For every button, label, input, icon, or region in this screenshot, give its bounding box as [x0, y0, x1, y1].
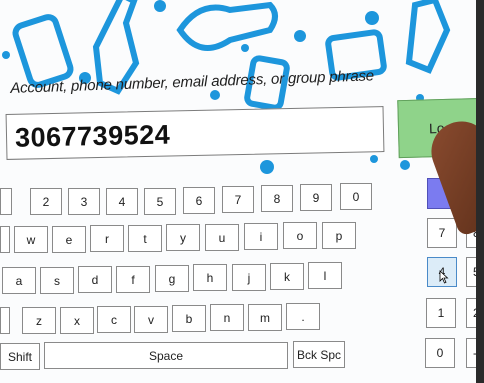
key-x[interactable]: x [60, 307, 94, 334]
key-j[interactable]: j [232, 264, 266, 291]
key-u[interactable]: u [205, 224, 239, 251]
decor-dot [370, 155, 378, 163]
numpad-key-0[interactable]: 0 [425, 338, 455, 368]
numpad-key-7[interactable]: 7 [427, 218, 457, 248]
account-input-field[interactable]: 3067739524 [5, 106, 385, 160]
key-m[interactable]: m [248, 304, 282, 331]
key-7[interactable]: 7 [222, 186, 254, 213]
key-d[interactable]: d [78, 266, 112, 293]
key-r[interactable]: r [90, 225, 124, 252]
screen-bezel [476, 0, 484, 383]
key-6[interactable]: 6 [183, 187, 215, 214]
backspace-key[interactable]: Bck Spc [293, 341, 345, 368]
key-o[interactable]: o [283, 222, 317, 249]
space-key[interactable]: Space [44, 342, 288, 369]
mouse-cursor-icon [439, 270, 449, 284]
key-a[interactable]: a [2, 267, 36, 294]
key-g[interactable]: g [155, 265, 189, 292]
key-0[interactable]: 0 [340, 183, 372, 210]
key-k[interactable]: k [270, 263, 304, 290]
key-period[interactable]: . [286, 303, 320, 330]
key-2[interactable]: 2 [30, 188, 62, 215]
decor-dot [400, 160, 410, 170]
key-c[interactable]: c [97, 306, 131, 333]
key-n[interactable]: n [210, 304, 244, 331]
account-input-value: 3067739524 [14, 119, 171, 153]
key-8[interactable]: 8 [261, 185, 293, 212]
key-3[interactable]: 3 [68, 188, 100, 215]
key-z[interactable]: z [22, 307, 56, 334]
key-t[interactable]: t [128, 225, 162, 252]
key-y[interactable]: y [166, 224, 200, 251]
key-v[interactable]: v [134, 306, 168, 333]
key-i[interactable]: i [244, 223, 278, 250]
key-partial[interactable] [0, 226, 10, 253]
key-w[interactable]: w [14, 226, 48, 253]
key-s[interactable]: s [40, 267, 74, 294]
shift-key[interactable]: Shift [0, 343, 40, 370]
key-p[interactable]: p [322, 222, 356, 249]
key-partial[interactable] [0, 307, 10, 334]
key-4[interactable]: 4 [106, 188, 138, 215]
kiosk-screen: Account, phone number, email address, or… [0, 0, 484, 383]
decor-dot [260, 160, 274, 174]
key-l[interactable]: l [308, 262, 342, 289]
key-partial[interactable] [0, 188, 12, 215]
key-f[interactable]: f [116, 266, 150, 293]
key-5[interactable]: 5 [144, 188, 176, 215]
key-h[interactable]: h [193, 264, 227, 291]
numpad-key-1[interactable]: 1 [426, 298, 456, 328]
key-b[interactable]: b [172, 305, 206, 332]
key-9[interactable]: 9 [300, 184, 332, 211]
key-e[interactable]: e [52, 226, 86, 253]
